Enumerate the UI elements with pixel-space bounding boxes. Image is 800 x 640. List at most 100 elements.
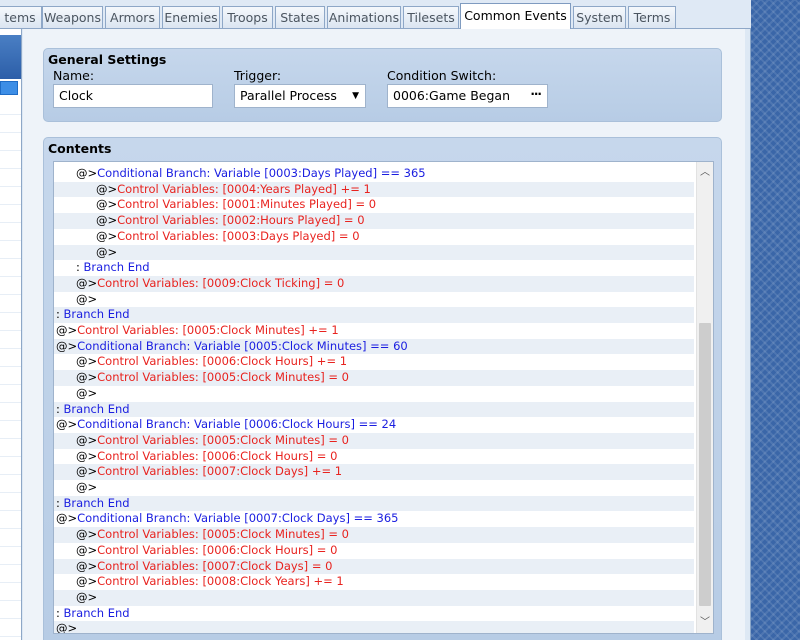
command-prefix: @>: [76, 542, 98, 557]
command-prefix: @>: [56, 323, 78, 337]
command-row[interactable]: @>: [54, 386, 694, 402]
command-row[interactable]: @>Control Variables: [0003:Days Played] …: [54, 229, 694, 245]
tab-enemies[interactable]: Enemies: [162, 6, 220, 28]
command-prefix: :: [56, 401, 64, 416]
command-text: Control Variables: [0002:Hours Played] =…: [117, 213, 365, 228]
command-row[interactable]: @>Control Variables: [0007:Clock Days] =…: [54, 558, 694, 575]
command-row[interactable]: @>Conditional Branch: Variable [0007:Clo…: [54, 511, 694, 527]
chevron-down-icon[interactable]: ﹀: [697, 615, 713, 631]
command-row[interactable]: @>Control Variables: [0001:Minutes Playe…: [54, 197, 694, 213]
command-row[interactable]: @>Control Variables: [0002:Hours Played]…: [54, 213, 694, 229]
command-row[interactable]: @>Conditional Branch: Variable [0003:Day…: [54, 166, 694, 182]
ellipsis-icon[interactable]: ···: [530, 83, 542, 105]
tab-terms[interactable]: Terms: [628, 6, 676, 28]
command-text: Conditional Branch: Variable [0006:Clock…: [77, 417, 397, 432]
contents-group: Contents @>Conditional Branch: Variable …: [43, 137, 722, 640]
tab-weapons[interactable]: Weapons: [42, 6, 103, 28]
command-prefix: @>: [76, 166, 98, 180]
command-prefix: @>: [76, 558, 98, 573]
command-row[interactable]: @>Control Variables: [0007:Clock Days] +…: [54, 464, 694, 480]
command-row[interactable]: @>Control Variables: [0009:Clock Ticking…: [54, 275, 694, 292]
list-item-selected[interactable]: [0, 81, 18, 95]
command-text: Conditional Branch: Variable [0005:Clock…: [77, 338, 408, 353]
contents-title: Contents: [48, 141, 112, 156]
list-rows[interactable]: [0, 97, 21, 640]
list-header: [0, 35, 21, 79]
command-prefix: :: [56, 605, 64, 620]
command-prefix: @>: [76, 432, 98, 447]
name-input[interactable]: Clock: [53, 84, 213, 108]
tab-bar: tems Weapons Armors Enemies Troops State…: [0, 0, 751, 29]
command-text: Branch End: [63, 401, 130, 416]
command-row[interactable]: @>: [54, 292, 694, 308]
trigger-label: Trigger:: [234, 68, 282, 83]
command-row[interactable]: @>Control Variables: [0006:Clock Hours] …: [54, 449, 694, 465]
command-row[interactable]: @>Control Variables: [0004:Years Played]…: [54, 181, 694, 198]
command-row[interactable]: : Branch End: [54, 401, 694, 418]
command-prefix: @>: [96, 213, 118, 228]
general-settings-title: General Settings: [48, 52, 167, 67]
command-prefix: @>: [76, 291, 98, 306]
tab-animations[interactable]: Animations: [327, 6, 401, 28]
command-prefix: @>: [56, 511, 78, 526]
command-text: Control Variables: [0009:Clock Ticking] …: [97, 275, 345, 290]
tab-common-events[interactable]: Common Events: [460, 3, 571, 29]
command-row[interactable]: @>Control Variables: [0006:Clock Hours] …: [54, 543, 694, 559]
command-prefix: @>: [96, 228, 118, 243]
command-row[interactable]: @>: [54, 621, 694, 633]
command-row[interactable]: @>Conditional Branch: Variable [0005:Clo…: [54, 338, 694, 355]
chevron-up-icon[interactable]: ︿: [697, 165, 713, 181]
command-text: Control Variables: [0007:Clock Days] += …: [97, 464, 343, 479]
command-prefix: @>: [76, 464, 98, 479]
database-window: tems Weapons Armors Enemies Troops State…: [0, 0, 751, 640]
command-text: Control Variables: [0003:Days Played] = …: [117, 228, 360, 243]
trigger-select[interactable]: Parallel Process ▼: [234, 84, 366, 108]
command-text: Control Variables: [0008:Clock Years] +=…: [97, 574, 344, 589]
condition-switch-label: Condition Switch:: [387, 68, 497, 83]
dropdown-arrow-icon: ▼: [352, 91, 359, 101]
command-prefix: @>: [76, 385, 98, 400]
event-command-list[interactable]: @>Conditional Branch: Variable [0003:Day…: [53, 161, 714, 634]
command-row[interactable]: : Branch End: [54, 307, 694, 323]
command-row[interactable]: @>Control Variables: [0005:Clock Minutes…: [54, 527, 694, 543]
tab-system[interactable]: System: [573, 6, 626, 28]
command-row[interactable]: : Branch End: [54, 260, 694, 276]
scrollbar-thumb[interactable]: [699, 323, 711, 606]
command-row[interactable]: : Branch End: [54, 495, 694, 512]
tab-armors[interactable]: Armors: [105, 6, 160, 28]
tab-tilesets[interactable]: Tilesets: [403, 6, 459, 28]
command-text: Control Variables: [0007:Clock Days] = 0: [97, 558, 333, 573]
command-text: Control Variables: [0004:Years Played] +…: [117, 181, 371, 196]
command-text: Branch End: [63, 307, 130, 322]
command-text: Conditional Branch: Variable [0007:Clock…: [77, 511, 399, 526]
command-prefix: :: [76, 260, 84, 275]
command-row[interactable]: @>: [54, 244, 694, 261]
command-prefix: @>: [76, 354, 98, 369]
command-row[interactable]: @>Control Variables: [0005:Clock Minutes…: [54, 370, 694, 386]
command-row[interactable]: @>: [54, 480, 694, 496]
vertical-scrollbar[interactable]: ︿ ﹀: [696, 162, 713, 633]
command-row[interactable]: @>Conditional Branch: Variable [0006:Clo…: [54, 417, 694, 433]
command-row[interactable]: : Branch End: [54, 606, 694, 622]
tab-items[interactable]: tems: [0, 6, 42, 28]
command-text: Conditional Branch: Variable [0003:Days …: [97, 166, 426, 180]
common-event-editor: General Settings Name: Clock Trigger: Pa…: [23, 29, 745, 640]
command-prefix: @>: [76, 448, 98, 463]
command-row[interactable]: @>Control Variables: [0005:Clock Minutes…: [54, 432, 694, 449]
command-text: Branch End: [63, 605, 130, 620]
command-row[interactable]: @>: [54, 589, 694, 606]
tab-states[interactable]: States: [275, 6, 325, 28]
command-text: Branch End: [63, 495, 130, 510]
general-settings-group: General Settings Name: Clock Trigger: Pa…: [43, 48, 722, 122]
command-row[interactable]: @>Control Variables: [0006:Clock Hours] …: [54, 354, 694, 370]
common-events-list[interactable]: [0, 29, 22, 640]
command-prefix: :: [56, 307, 64, 322]
tab-troops[interactable]: Troops: [222, 6, 273, 28]
command-text: Control Variables: [0005:Clock Minutes] …: [97, 370, 349, 385]
condition-switch-field[interactable]: 0006:Game Began ···: [387, 84, 548, 108]
command-prefix: @>: [76, 480, 98, 494]
command-prefix: @>: [76, 527, 98, 542]
command-prefix: @>: [76, 589, 98, 604]
command-row[interactable]: @>Control Variables: [0008:Clock Years] …: [54, 574, 694, 590]
command-row[interactable]: @>Control Variables: [0005:Clock Minutes…: [54, 323, 694, 339]
